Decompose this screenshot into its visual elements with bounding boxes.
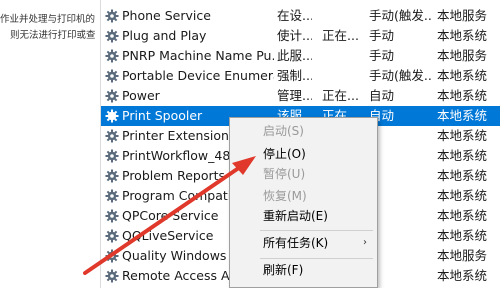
service-startup-cell [369, 126, 433, 146]
service-startup-cell: 手动 [369, 28, 395, 43]
service-gear-icon [105, 229, 119, 243]
service-row[interactable]: Portable Device Enumera...强制... 手动(触发... 本… [101, 66, 500, 86]
service-description-text: 作业并处理与打印机的 则无法进行打印或查 [0, 12, 100, 44]
service-startup-cell [369, 266, 433, 286]
service-desc-cell: 使计... [277, 28, 312, 43]
service-logon-cell: 本地系统 [437, 88, 488, 103]
service-gear-icon [105, 149, 119, 163]
service-row[interactable]: Phone Service 在设... 手动(触发... 本地服务 [101, 6, 500, 26]
service-startup-cell [369, 206, 433, 226]
service-startup-cell: 手动 [369, 48, 395, 63]
service-name-cell: Phone Service [122, 8, 211, 23]
service-startup-cell: 自动 [369, 108, 395, 123]
service-logon-cell: 本地系统 [437, 68, 488, 83]
service-startup-cell [369, 246, 433, 266]
service-gear-icon [105, 249, 119, 263]
service-name-cell: Portable Device Enumera... [122, 68, 274, 83]
menu-separator [260, 230, 373, 231]
menu-item-pause: 暂停(U) [263, 167, 306, 181]
service-gear-icon [105, 209, 119, 223]
service-row[interactable]: Plug and Play 使计... 正在... 手动 本地系统 [101, 26, 500, 46]
service-status-cell: 正在... [322, 28, 359, 43]
service-name-cell: PNRP Machine Name Pu... [122, 48, 274, 63]
service-row[interactable]: Power 管理... 正在... 自动 本地系统 [101, 86, 500, 106]
menu-item-all-tasks-label: 所有任务(K) [263, 236, 329, 250]
service-logon-cell: 本地服务 [437, 8, 488, 23]
service-gear-icon [105, 29, 119, 43]
service-startup-cell: 手动(触发... [369, 68, 433, 83]
service-logon-cell: 本地系统 [437, 128, 488, 143]
service-logon-cell: 本地系统 [437, 168, 488, 183]
service-logon-cell: 本地服务 [437, 248, 488, 263]
description-line-2: 则无法进行打印或查 [10, 30, 96, 41]
service-startup-cell [369, 166, 433, 186]
service-gear-icon [105, 189, 119, 203]
service-name-cell: Plug and Play [122, 28, 207, 43]
service-startup-cell [369, 146, 433, 166]
menu-separator [260, 258, 373, 259]
service-description-pane: 作业并处理与打印机的 则无法进行打印或查 [0, 0, 100, 288]
description-line-1: 作业并处理与打印机的 [0, 14, 96, 25]
service-logon-cell: 本地系统 [437, 208, 488, 223]
service-gear-icon [105, 269, 119, 283]
menu-item-refresh[interactable]: 刷新(F) [230, 260, 377, 280]
service-row[interactable]: PNRP Machine Name Pu... 此服... 手动 本地服务 [101, 46, 500, 66]
service-gear-icon [105, 49, 119, 63]
service-gear-icon [105, 129, 119, 143]
service-gear-icon [105, 169, 119, 183]
service-gear-icon [105, 109, 119, 123]
service-desc-cell: 管理... [277, 88, 312, 103]
menu-item-all-tasks[interactable]: 所有任务(K) › [230, 233, 377, 253]
service-logon-cell: 本地系统 [437, 228, 488, 243]
service-startup-cell: 手动(触发... [369, 8, 433, 23]
service-gear-icon [105, 69, 119, 83]
service-desc-cell: 此服... [277, 48, 312, 63]
service-gear-icon [105, 9, 119, 23]
service-desc-cell: 在设... [277, 8, 312, 23]
service-status-cell [322, 46, 364, 66]
service-logon-cell: 本地服务 [437, 48, 488, 63]
menu-item-stop[interactable]: 停止(O) [230, 144, 377, 164]
menu-item-restart[interactable]: 重新启动(E) [230, 206, 377, 226]
service-startup-cell [369, 186, 433, 206]
service-logon-cell: 本地系统 [437, 28, 488, 43]
menu-item-resume: 恢复(M) [263, 189, 307, 203]
service-startup-cell [369, 226, 433, 246]
service-logon-cell: 本地系统 [437, 148, 488, 163]
service-status-cell: 正在... [322, 88, 359, 103]
context-menu: 启动(S) 停止(O) 暂停(U) 恢复(M) 重新启动(E) 所有任务(K) … [229, 117, 378, 288]
service-logon-cell: 本地系统 [437, 188, 488, 203]
service-name-cell: Power [122, 88, 160, 103]
service-gear-icon [105, 89, 119, 103]
service-desc-cell: 强制... [277, 68, 312, 83]
submenu-arrow-icon: › [363, 237, 367, 248]
menu-item-start: 启动(S) [263, 124, 304, 138]
service-status-cell [322, 6, 364, 26]
service-startup-cell: 自动 [369, 88, 395, 103]
service-logon-cell: 本地系统 [437, 108, 488, 123]
service-logon-cell: 本地系统 [437, 268, 488, 283]
service-status-cell [322, 66, 364, 86]
